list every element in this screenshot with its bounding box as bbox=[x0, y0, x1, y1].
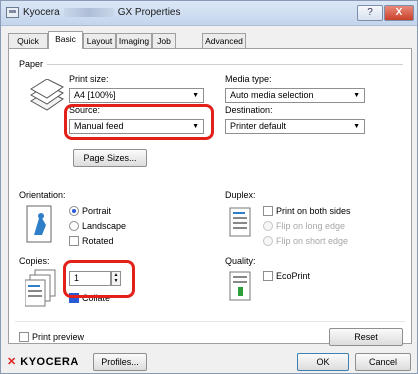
kyocera-logo: ✕ KYOCERA bbox=[7, 355, 79, 368]
tab-advanced[interactable]: Advanced bbox=[202, 33, 246, 48]
reset-button[interactable]: Reset bbox=[329, 328, 403, 346]
properties-dialog: Kyocera GX Properties ? X Quick Print Bas… bbox=[0, 0, 418, 374]
ecoprint-checkbox[interactable] bbox=[263, 271, 273, 281]
print-preview-label: Print preview bbox=[32, 332, 85, 342]
print-both-sides-checkbox[interactable] bbox=[263, 206, 273, 216]
print-preview-checkbox[interactable] bbox=[19, 332, 29, 342]
print-size-value: A4 [100%] bbox=[74, 90, 116, 100]
source-highlight bbox=[64, 104, 214, 140]
landscape-radio[interactable] bbox=[69, 221, 79, 231]
bottom-divider bbox=[15, 321, 405, 322]
media-type-value: Auto media selection bbox=[230, 90, 314, 100]
duplex-document-icon bbox=[229, 207, 251, 237]
destination-value: Printer default bbox=[230, 121, 287, 131]
help-button[interactable]: ? bbox=[357, 5, 383, 21]
flip-long-edge-radio[interactable] bbox=[263, 221, 273, 231]
basic-tab-panel: Paper Print size: A4 [100%] ▼ Source: Ma… bbox=[8, 48, 412, 346]
chevron-down-icon: ▼ bbox=[353, 123, 360, 130]
orientation-label: Orientation: bbox=[19, 190, 66, 200]
flip-short-edge-radio[interactable] bbox=[263, 236, 273, 246]
kyocera-logo-text: KYOCERA bbox=[20, 356, 79, 368]
media-type-label: Media type: bbox=[225, 74, 272, 84]
copies-label: Copies: bbox=[19, 256, 50, 266]
copies-stack-icon bbox=[25, 269, 56, 307]
ecoprint-label: EcoPrint bbox=[276, 271, 311, 281]
copies-highlight bbox=[63, 260, 135, 298]
flip-long-edge-label: Flip on long edge bbox=[276, 221, 346, 231]
redacted-model-name bbox=[63, 7, 114, 17]
flip-short-edge-label: Flip on short edge bbox=[276, 236, 349, 246]
media-type-dropdown[interactable]: Auto media selection ▼ bbox=[225, 88, 365, 103]
title-suffix: GX Properties bbox=[117, 7, 181, 18]
printer-icon bbox=[6, 7, 19, 18]
tab-basic[interactable]: Basic bbox=[48, 31, 83, 49]
print-size-label: Print size: bbox=[69, 74, 109, 84]
rotated-label: Rotated bbox=[82, 236, 114, 246]
rotated-checkbox[interactable] bbox=[69, 236, 79, 246]
portrait-orientation-icon bbox=[26, 205, 52, 243]
chevron-down-icon: ▼ bbox=[353, 92, 360, 99]
portrait-radio[interactable] bbox=[69, 206, 79, 216]
ok-button[interactable]: OK bbox=[297, 353, 349, 371]
tab-job[interactable]: Job bbox=[152, 33, 176, 48]
close-button[interactable]: X bbox=[384, 5, 414, 21]
paper-divider bbox=[47, 64, 403, 65]
landscape-label: Landscape bbox=[82, 221, 127, 231]
paper-group-label: Paper bbox=[19, 59, 44, 69]
kyocera-logo-mark: ✕ bbox=[7, 356, 17, 368]
cancel-button[interactable]: Cancel bbox=[355, 353, 411, 371]
print-size-dropdown[interactable]: A4 [100%] ▼ bbox=[69, 88, 204, 103]
tab-imaging[interactable]: Imaging bbox=[116, 33, 152, 48]
window-title: Kyocera GX Properties bbox=[23, 7, 181, 18]
page-sizes-button[interactable]: Page Sizes... bbox=[73, 149, 147, 167]
profiles-button[interactable]: Profiles... bbox=[93, 353, 147, 371]
tab-quick-print[interactable]: Quick Print bbox=[8, 33, 48, 60]
ecoprint-icon bbox=[229, 271, 251, 301]
print-both-sides-label: Print on both sides bbox=[276, 206, 351, 216]
duplex-label: Duplex: bbox=[225, 190, 256, 200]
quality-label: Quality: bbox=[225, 256, 256, 266]
chevron-down-icon: ▼ bbox=[192, 92, 199, 99]
portrait-label: Portrait bbox=[82, 206, 112, 216]
destination-dropdown[interactable]: Printer default ▼ bbox=[225, 119, 365, 134]
paper-stack-icon bbox=[30, 79, 64, 111]
destination-label: Destination: bbox=[225, 105, 273, 115]
tab-layout[interactable]: Layout bbox=[83, 33, 116, 48]
title-prefix: Kyocera bbox=[23, 7, 60, 18]
title-bar: Kyocera GX Properties ? X bbox=[1, 1, 417, 26]
